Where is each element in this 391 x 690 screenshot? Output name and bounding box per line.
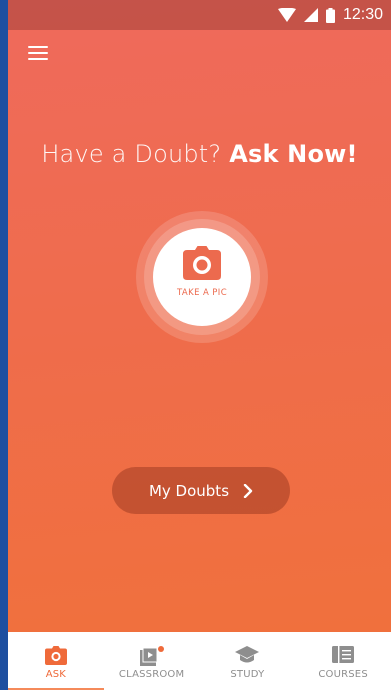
status-time: 12:30: [342, 6, 383, 23]
camera-button-ring: TAKE A PIC: [144, 219, 260, 335]
wifi-icon: [277, 8, 296, 22]
tab-courses[interactable]: COURSES: [295, 632, 391, 690]
tab-study[interactable]: STUDY: [200, 632, 296, 690]
camera-icon: [183, 246, 221, 280]
headline-prefix: Have a Doubt?: [41, 140, 222, 168]
video-play-icon: [139, 646, 164, 666]
my-doubts-label: My Doubts: [148, 481, 230, 500]
book-icon: [332, 646, 355, 663]
take-pic-label: TAKE A PIC: [176, 288, 228, 298]
status-bar: 12:30: [8, 0, 391, 30]
tab-label: STUDY: [230, 669, 265, 680]
bottom-nav: ASK CLASSROOM STUDY COURSES: [8, 632, 391, 690]
signal-icon: [303, 8, 318, 22]
page-headline: Have a Doubt? Ask Now!: [8, 140, 391, 168]
app-screen: 12:30 Have a Doubt? Ask Now! TAKE A PIC …: [8, 0, 391, 690]
camera-icon: [44, 646, 67, 665]
battery-icon: [325, 7, 335, 23]
menu-button[interactable]: [28, 46, 50, 62]
chevron-right-icon: [243, 483, 253, 498]
my-doubts-button[interactable]: My Doubts: [112, 467, 290, 514]
camera-button-halo: TAKE A PIC: [136, 211, 268, 343]
headline-emphasis: Ask Now!: [229, 140, 358, 168]
tab-classroom[interactable]: CLASSROOM: [104, 632, 200, 690]
tab-ask[interactable]: ASK: [8, 632, 104, 690]
take-pic-button[interactable]: TAKE A PIC: [153, 228, 251, 326]
tab-label: ASK: [45, 669, 67, 680]
graduation-cap-icon: [235, 646, 260, 663]
tab-label: CLASSROOM: [118, 669, 185, 680]
tab-label: COURSES: [318, 669, 368, 680]
